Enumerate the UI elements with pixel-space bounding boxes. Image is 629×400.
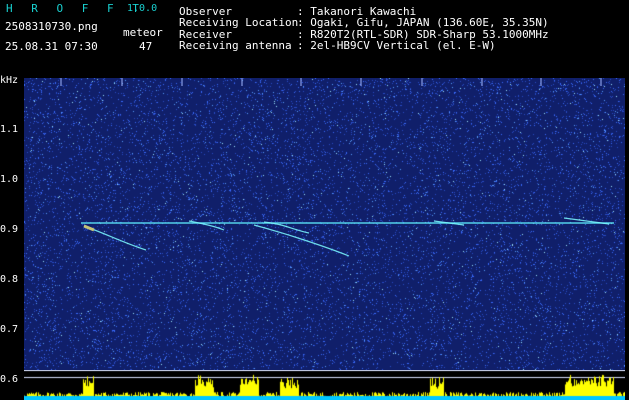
x-tick-marks [60, 78, 602, 86]
y-tick-label: 0.7 [0, 324, 19, 335]
spectrogram-overlay [60, 78, 614, 257]
antenna-label: Receiving antenna [179, 39, 292, 52]
y-tick-label: 0.9 [0, 224, 19, 235]
y-tick-label: 1.1 [0, 124, 19, 135]
app-title: H R O F F T [6, 2, 145, 15]
date-time: 25.08.31 07:30 [5, 40, 98, 53]
y-tick-label: 1.0 [0, 174, 19, 185]
y-tick-label: 0.8 [0, 274, 19, 285]
file-name: 2508310730.png [5, 20, 98, 33]
location-value: : Ogaki, Gifu, JAPAN (136.60E, 35.35N) [297, 16, 549, 29]
spectrogram [24, 78, 625, 370]
y-unit-label: kHz [0, 75, 19, 86]
y-tick-label: 0.6 [0, 374, 19, 385]
signal-level-display [24, 370, 625, 400]
signal-level-bars [24, 370, 625, 400]
meteor-label: meteor [123, 26, 163, 39]
meteor-count: 47 [139, 40, 153, 53]
right-margin [625, 78, 629, 400]
location-label: Receiving Location [179, 16, 299, 29]
antenna-value: : 2el-HB9CV Vertical (el. E-W) [297, 39, 496, 52]
app-version: 1.0.0 [127, 3, 158, 14]
